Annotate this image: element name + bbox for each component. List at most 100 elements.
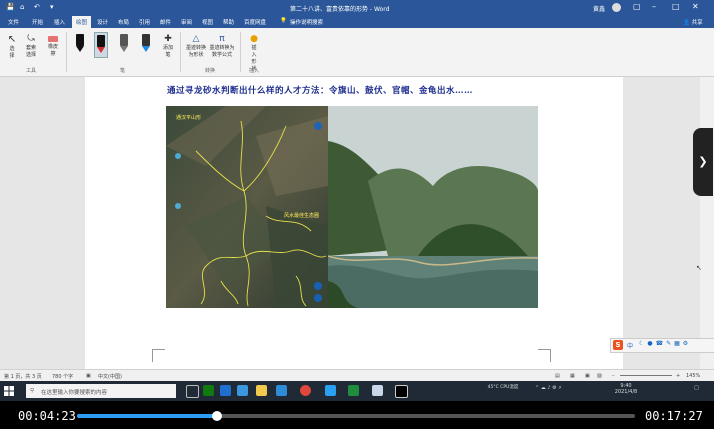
home-icon[interactable]: ⌂ bbox=[20, 3, 24, 11]
add-pen-button[interactable]: ✚ 添加笔 bbox=[160, 34, 176, 58]
tab-home[interactable]: 开始 bbox=[32, 18, 43, 26]
document-heading: 通过寻龙砂水判断出什么样的人才方法：令旗山、鼓伏、官帽、金龟出水…… bbox=[167, 86, 474, 96]
shape-icon: ● bbox=[250, 34, 258, 44]
word-count[interactable]: 780 个字 bbox=[52, 373, 73, 380]
tab-view[interactable]: 视图 bbox=[202, 18, 213, 26]
progress-fill bbox=[77, 414, 218, 418]
lightbulb-icon: 💡 bbox=[280, 18, 287, 24]
group-insert-label: 插入 bbox=[249, 68, 260, 74]
vertical-scrollbar[interactable] bbox=[700, 77, 714, 369]
mountain-lake-image bbox=[328, 106, 538, 308]
tab-file[interactable]: 文件 bbox=[8, 18, 19, 26]
clock-date: 2021/4/8 bbox=[614, 389, 638, 395]
tell-me-search[interactable]: 操作说明搜索 bbox=[290, 18, 323, 26]
cpu-temperature[interactable]: 45°C CPU温度 bbox=[486, 384, 520, 390]
tab-review[interactable]: 审阅 bbox=[181, 18, 192, 26]
tab-insert[interactable]: 插入 bbox=[54, 18, 65, 26]
clock[interactable]: 9:40 2021/4/8 bbox=[612, 383, 640, 395]
pencil-gray[interactable] bbox=[118, 34, 130, 54]
save-icon[interactable]: 💾 bbox=[6, 3, 15, 11]
tab-layout[interactable]: 布局 bbox=[118, 18, 129, 26]
read-mode-icon[interactable]: ▦ bbox=[570, 373, 575, 379]
user-name[interactable]: 黄鑫 bbox=[593, 4, 605, 13]
page-corner-mark bbox=[538, 349, 551, 362]
terrain-map-graphic bbox=[166, 106, 328, 308]
tab-mailings[interactable]: 邮件 bbox=[160, 18, 171, 26]
language[interactable]: 中文(中国) bbox=[98, 373, 122, 380]
map-label-top: 通汉平山形 bbox=[176, 115, 202, 121]
tab-references[interactable]: 引用 bbox=[139, 18, 150, 26]
messenger-app-icon[interactable] bbox=[325, 385, 336, 396]
progress-knob[interactable] bbox=[212, 411, 223, 421]
mouse-cursor-icon: ↖ bbox=[696, 264, 702, 272]
select-tool[interactable]: ↖ 选择 bbox=[5, 34, 19, 59]
zoom-level[interactable]: 145% bbox=[686, 373, 700, 379]
highlighter-blue[interactable] bbox=[140, 34, 152, 54]
undo-icon[interactable]: ↶ bbox=[34, 3, 40, 11]
file-explorer-icon[interactable] bbox=[256, 385, 267, 396]
current-time: 00:04:23 bbox=[18, 409, 76, 423]
task-view-icon[interactable] bbox=[186, 385, 199, 398]
page-corner-mark bbox=[152, 349, 165, 362]
focus-icon[interactable]: ▤ bbox=[555, 373, 560, 379]
document-title: 第二十八讲、富贵依靠的形势 - Word bbox=[290, 6, 390, 13]
progress-bar[interactable] bbox=[77, 411, 635, 421]
zoom-out-icon[interactable]: – bbox=[612, 373, 615, 379]
spreadsheet-app-icon[interactable] bbox=[203, 385, 214, 396]
shapes-icon: △ bbox=[192, 34, 200, 44]
page-count[interactable]: 第 1 页，共 3 页 bbox=[4, 373, 42, 380]
lasso-select-tool[interactable]: ⤿ 套索选择 bbox=[22, 34, 40, 58]
close-icon[interactable]: ✕ bbox=[692, 2, 699, 11]
group-tools-label: 工具 bbox=[26, 68, 37, 74]
recorder-app-icon[interactable] bbox=[395, 385, 408, 398]
video-player-controls: 00:04:23 00:17:27 bbox=[0, 401, 714, 429]
group-pens-label: 笔 bbox=[120, 68, 126, 74]
math-icon: π bbox=[219, 34, 225, 44]
pen-red-selected[interactable] bbox=[94, 32, 108, 58]
notification-icon[interactable]: □ bbox=[694, 385, 699, 391]
taskbar-search-box[interactable]: ⚲ 在这里输入你要搜索的内容 bbox=[26, 384, 176, 398]
proofing-icon[interactable]: ▣ bbox=[86, 373, 91, 379]
chrome-browser-icon[interactable] bbox=[300, 385, 311, 396]
divider bbox=[66, 32, 67, 72]
avatar[interactable] bbox=[612, 3, 621, 12]
system-tray-icons[interactable]: ⌃ ☁ ♪ ⚙ ⚡ bbox=[535, 385, 562, 391]
share-button[interactable]: 👤 共享 bbox=[683, 18, 703, 26]
pen-black[interactable] bbox=[74, 34, 86, 54]
next-page-arrow[interactable]: ❯ bbox=[693, 128, 713, 196]
ink-to-math-button[interactable]: π 墨迹转换为数学公式 bbox=[208, 34, 236, 58]
minimize-icon[interactable]: – bbox=[652, 2, 656, 11]
excel-app-icon[interactable] bbox=[348, 385, 359, 396]
zoom-in-icon[interactable]: + bbox=[676, 373, 680, 379]
media-app-icon[interactable] bbox=[372, 385, 383, 396]
browser-app-icon[interactable] bbox=[220, 385, 231, 396]
eraser-icon bbox=[48, 36, 58, 42]
ribbon: ↖ 选择 ⤿ 套索选择 橡皮擦 工具 ✚ 添加笔 笔 △ 墨迹转换为形状 π 墨… bbox=[0, 28, 714, 77]
maximize-icon[interactable]: □ bbox=[672, 2, 680, 11]
ime-tools-icons[interactable]: ☾●☎✎▦⚙ bbox=[639, 340, 691, 347]
plus-icon: ✚ bbox=[164, 34, 172, 44]
ime-mode[interactable]: 中 bbox=[627, 341, 633, 350]
group-convert-label: 转换 bbox=[205, 68, 216, 74]
terrain-map-image: 通汉平山形 风水最佳生态圈 bbox=[166, 106, 328, 308]
ribbon-tabs: 文件 开始 插入 绘图 设计 布局 引用 邮件 审阅 视图 帮助 百度网盘 💡 … bbox=[0, 15, 714, 30]
web-layout-icon[interactable]: ▨ bbox=[597, 373, 602, 379]
tab-baidu-netdisk[interactable]: 百度网盘 bbox=[244, 18, 266, 26]
lasso-icon: ⤿ bbox=[27, 34, 35, 44]
eraser-tool[interactable]: 橡皮擦 bbox=[44, 34, 62, 57]
photo-app-icon[interactable] bbox=[276, 385, 287, 396]
tab-design[interactable]: 设计 bbox=[97, 18, 108, 26]
ime-toolbar[interactable]: S 中 ☾●☎✎▦⚙ bbox=[610, 338, 714, 353]
tab-help[interactable]: 帮助 bbox=[223, 18, 234, 26]
customize-icon[interactable]: ▾ bbox=[50, 3, 54, 11]
taskbar: ⚲ 在这里输入你要搜索的内容 45°C CPU温度 ⌃ ☁ ♪ ⚙ ⚡ 9:40… bbox=[0, 381, 714, 401]
ribbon-options-icon[interactable]: ▢ bbox=[633, 2, 641, 11]
edge-browser-icon[interactable] bbox=[237, 385, 248, 396]
ink-to-shape-button[interactable]: △ 墨迹转换为形状 bbox=[185, 34, 207, 58]
print-layout-icon[interactable]: ▣ bbox=[585, 373, 590, 379]
windows-start-icon[interactable] bbox=[4, 386, 14, 396]
mountain-lake-graphic bbox=[328, 106, 538, 308]
screen: 💾 ⌂ ↶ ▾ 第二十八讲、富贵依靠的形势 - Word 黄鑫 ▢ – □ ✕ … bbox=[0, 0, 714, 401]
zoom-slider[interactable] bbox=[620, 375, 672, 376]
divider bbox=[240, 32, 241, 72]
